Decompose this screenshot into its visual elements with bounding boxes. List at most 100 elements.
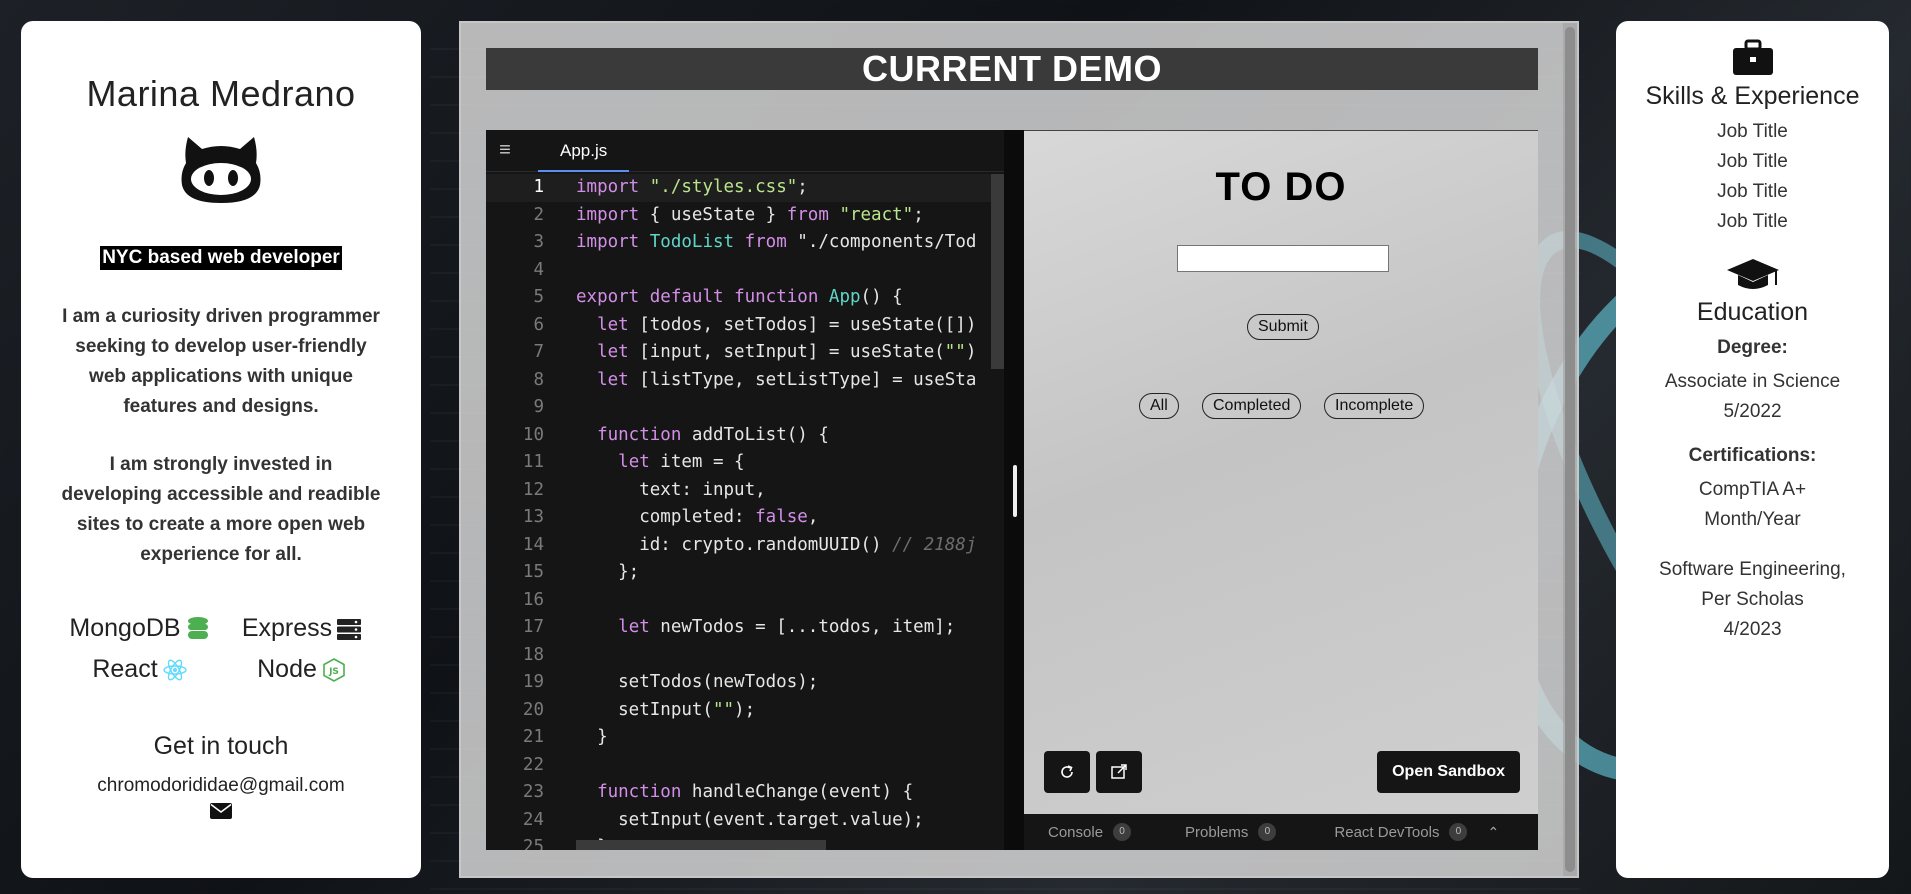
external-link-icon: [1111, 764, 1127, 779]
code-text: function addToList() {: [597, 424, 829, 445]
open-sandbox-button[interactable]: Open Sandbox: [1377, 751, 1520, 793]
code-text: let [input, setInput] = useState(""): [597, 342, 977, 362]
code-line: 23 function handleChange(event) {: [486, 779, 1004, 807]
line-number: 16: [522, 589, 544, 610]
code-line: 11 let item = {: [486, 449, 1004, 477]
problems-tab[interactable]: Problems 0: [1185, 823, 1277, 841]
code-line: 10 function addToList() {: [486, 422, 1004, 450]
bio-paragraph-1: I am a curiosity driven programmer seeki…: [62, 306, 380, 417]
job-title: Job Title: [1717, 121, 1788, 142]
demo-title: CURRENT DEMO: [486, 48, 1538, 90]
codesandbox-embed: ≡ App.js 1 import "./styles.css"; 2 import …: [486, 130, 1538, 850]
code-line: 20 setInput("");: [486, 697, 1004, 725]
code-text: import "./styles.css";: [576, 177, 808, 197]
code-line: 24 setInput(event.target.value);: [486, 807, 1004, 835]
code-text: export default function App() {: [576, 287, 903, 307]
code-line: 16: [486, 587, 1004, 615]
editor-tabs: ≡ App.js: [486, 130, 1004, 172]
code-editor: ≡ App.js 1 import "./styles.css"; 2 import …: [486, 130, 1004, 850]
code-horizontal-scrollbar[interactable]: [576, 840, 826, 850]
job-title: Job Title: [1717, 211, 1788, 232]
line-number: 17: [522, 617, 544, 637]
filter-incomplete-button[interactable]: Incomplete: [1324, 393, 1425, 419]
filter-all-button[interactable]: All: [1139, 393, 1179, 419]
code-text: };: [576, 562, 640, 582]
briefcase-icon: [1732, 39, 1773, 75]
cert-date: Month/Year: [1704, 509, 1801, 530]
line-number: 1: [533, 177, 544, 197]
problems-count-badge: 0: [1258, 823, 1277, 841]
cert-date: 4/2023: [1723, 619, 1782, 640]
code-line: 6 let [todos, setTodos] = useState([]): [486, 312, 1004, 340]
line-number: 20: [522, 699, 544, 720]
react-devtools-label: React DevTools: [1334, 823, 1440, 841]
code-line: 7 let [input, setInput] = useState(""): [486, 339, 1004, 367]
line-number: 22: [522, 754, 544, 775]
line-number: 5: [533, 287, 544, 307]
code-vertical-scrollbar[interactable]: [991, 174, 1004, 369]
job-list: Job Title Job Title Job Title Job Title: [1616, 117, 1889, 237]
line-number: 7: [533, 342, 544, 362]
code-line: 4: [486, 257, 1004, 285]
line-number: 11: [522, 452, 544, 472]
line-number: 21: [522, 727, 544, 747]
code-text: }: [576, 727, 608, 747]
console-tab[interactable]: Console 0: [1048, 823, 1132, 841]
cert-name: Software Engineering,: [1659, 559, 1846, 580]
demo-panel: CURRENT DEMO ≡ App.js 1 import "./styles.…: [459, 21, 1579, 878]
degree-label: Degree:: [1717, 337, 1788, 358]
todo-input[interactable]: [1177, 245, 1389, 272]
nodejs-icon: JS: [323, 657, 345, 682]
code-line: 14 id: crypto.randomUUID() // 2188j: [486, 532, 1004, 560]
tech-label: MongoDB: [69, 614, 181, 642]
code-text: completed: false,: [576, 507, 819, 527]
refresh-button[interactable]: [1044, 751, 1090, 793]
database-icon: [187, 616, 208, 639]
panel-scrollbar[interactable]: [1563, 23, 1577, 876]
code-text: text: input,: [576, 479, 766, 500]
line-number: 4: [533, 259, 544, 280]
line-number: 18: [522, 644, 544, 665]
tech-express: Express: [221, 614, 383, 643]
code-line: 19 setTodos(newTodos);: [486, 669, 1004, 697]
code-line: 22: [486, 752, 1004, 780]
line-number: 25: [522, 837, 544, 850]
tagline: NYC based web developer: [100, 246, 342, 270]
code-line: 21 }: [486, 724, 1004, 752]
github-icon[interactable]: [178, 129, 264, 205]
education-heading: Education: [1696, 298, 1809, 326]
svg-text:JS: JS: [328, 667, 339, 677]
react-devtools-tab[interactable]: React DevTools 0: [1334, 823, 1468, 841]
code-line: 8 let [listType, setListType] = useSta: [486, 367, 1004, 395]
code-text: import TodoList from "./components/Tod: [576, 232, 977, 252]
cert-name: CompTIA A+: [1698, 479, 1807, 500]
tech-stack: MongoDB Express React Node JS: [21, 614, 421, 684]
envelope-icon[interactable]: [210, 803, 232, 819]
tab-app-js[interactable]: App.js: [538, 130, 630, 172]
code-line: 5 export default function App() {: [486, 284, 1004, 312]
tech-react: React: [59, 655, 221, 684]
panel-scroll-thumb[interactable]: [1565, 27, 1575, 872]
email-link[interactable]: chromodorididae@gmail.com: [21, 775, 421, 797]
react-icon: [162, 659, 187, 680]
code-line: 1 import "./styles.css";: [486, 174, 1004, 202]
degree-date: 5/2022: [1723, 401, 1782, 422]
open-new-window-button[interactable]: [1096, 751, 1142, 793]
code-line: 17 let newTodos = [...todos, item];: [486, 614, 1004, 642]
console-label: Console: [1048, 823, 1104, 841]
code-area[interactable]: 1 import "./styles.css"; 2 import { useStat…: [486, 172, 1004, 850]
filter-completed-button[interactable]: Completed: [1202, 393, 1302, 419]
contact-heading: Get in touch: [153, 732, 289, 760]
resize-handle[interactable]: [1013, 465, 1017, 517]
menu-icon[interactable]: ≡: [486, 139, 518, 162]
refresh-icon: [1061, 765, 1073, 778]
submit-button[interactable]: Submit: [1247, 314, 1319, 340]
cert-issuer: Per Scholas: [1701, 589, 1804, 610]
chevron-up-icon[interactable]: ⌃: [1487, 824, 1499, 841]
app-preview: TO DO Submit All Completed Incomplete Op…: [1024, 130, 1538, 814]
code-text: let item = {: [618, 452, 745, 472]
